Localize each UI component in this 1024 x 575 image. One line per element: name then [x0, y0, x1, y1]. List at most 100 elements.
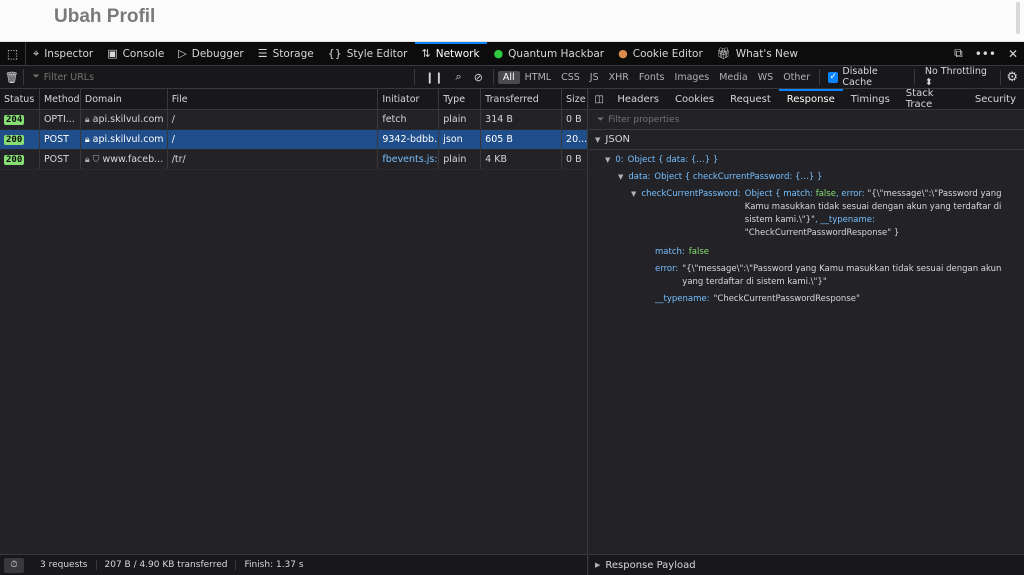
tab-security[interactable]: Security — [967, 89, 1024, 110]
network-toolbar: 🗑︎ ⏷ Filter URLs ❙❙ ⌕ ⊘ All HTML CSS JS … — [0, 66, 1024, 89]
cookie-icon: ● — [618, 47, 628, 60]
col-status[interactable]: Status — [0, 89, 40, 109]
checkbox-checked-icon: ✓ — [828, 71, 839, 83]
inspector-icon: ⌖ — [33, 46, 40, 60]
tracker-blocked-icon: ⛉ — [92, 154, 100, 165]
filter-html[interactable]: HTML — [520, 71, 556, 84]
tab-headers[interactable]: Headers — [609, 89, 667, 110]
initiator-cell: fetch — [378, 110, 440, 129]
devtools-toolbar: ⬚ ⌖ Inspector ▣ Console ▷ Debugger ☰ Storage… — [0, 41, 1024, 66]
tab-quantum-hackbar[interactable]: ● Quantum Hackbar — [487, 42, 612, 66]
table-row[interactable]: 200 POST 🔒︎ api.skilvul.com / 9342-bdbb..… — [0, 130, 587, 150]
filter-ws[interactable]: WS — [753, 71, 778, 84]
filter-xhr[interactable]: XHR — [604, 71, 634, 84]
size-cell: 0 B — [566, 114, 582, 125]
toggle-sidebar-button[interactable]: ◫ — [589, 89, 609, 110]
filter-media[interactable]: Media — [714, 71, 753, 84]
request-details-panel: ◫ Headers Cookies Request Response Timin… — [589, 88, 1024, 554]
filter-urls-input[interactable]: ⏷ Filter URLs — [24, 72, 410, 83]
web-page: Ubah Profil — [0, 0, 1024, 42]
table-row[interactable]: 200 POST 🔒︎ ⛉ www.faceb... /tr/ fbevents.j… — [0, 150, 587, 170]
filter-images[interactable]: Images — [670, 71, 715, 84]
filter-css[interactable]: CSS — [556, 71, 585, 84]
search-button[interactable]: ⌕ — [450, 70, 468, 84]
file-cell: /tr/ — [168, 150, 379, 169]
filter-properties-input[interactable]: ⏷ Filter properties — [589, 110, 1024, 130]
type-cell: plain — [439, 110, 482, 129]
lock-icon: 🔒︎ — [84, 114, 90, 125]
expand-arrow-icon: ▼ — [595, 135, 601, 144]
expand-arrow-icon: ▼ — [618, 173, 624, 181]
tab-style-editor[interactable]: {} Style Editor — [321, 42, 415, 66]
transferred-cell: 4 KB — [481, 150, 563, 169]
filter-fonts[interactable]: Fonts — [634, 71, 670, 84]
requests-table: Status Method Domain File Initiator Type… — [0, 89, 588, 554]
tab-console[interactable]: ▣ Console — [100, 42, 171, 66]
filter-all[interactable]: All — [497, 70, 520, 84]
lock-icon: 🔒︎ — [84, 154, 90, 165]
dock-icon[interactable]: ⧉ — [954, 46, 963, 61]
element-picker-icon: ⬚ — [6, 46, 19, 61]
sidebar-toggle-icon: ◫ — [594, 93, 604, 105]
block-button[interactable]: ⊘ — [468, 71, 489, 84]
disable-cache-checkbox[interactable]: ✓ Disable Cache — [824, 66, 910, 88]
tree-node-data[interactable]: ▼ data: Object { checkCurrentPassword: {… — [589, 169, 1024, 186]
response-payload-section[interactable]: ▶ Response Payload — [589, 554, 1024, 575]
table-header: Status Method Domain File Initiator Type… — [0, 89, 587, 110]
tab-whats-new[interactable]: 🎁︎ What's New — [710, 42, 805, 66]
col-size[interactable]: Size — [562, 89, 587, 109]
tab-response[interactable]: Response — [778, 88, 843, 110]
tab-request[interactable]: Request — [722, 89, 779, 110]
tab-network[interactable]: ⇅ Network — [414, 41, 487, 66]
tree-leaf-typename[interactable]: __typename: "CheckCurrentPasswordRespons… — [589, 291, 1024, 308]
tree-leaf-match[interactable]: match: false — [589, 244, 1024, 261]
performance-analysis-button[interactable]: ⏱ — [4, 557, 24, 573]
tab-cookie-editor[interactable]: ● Cookie Editor — [611, 42, 710, 66]
network-status-bar: ⏱ 3 requests 207 B / 4.90 KB transferred… — [0, 554, 588, 575]
tab-debugger[interactable]: ▷ Debugger — [171, 42, 250, 66]
request-count: 3 requests — [32, 560, 97, 570]
col-transferred[interactable]: Transferred — [481, 89, 563, 109]
tree-leaf-error[interactable]: error: "{\"message\":\"Password yang Kam… — [589, 261, 1024, 291]
json-section-header[interactable]: ▼ JSON — [589, 130, 1024, 150]
clear-button[interactable]: 🗑︎ — [0, 69, 25, 85]
tab-storage[interactable]: ☰ Storage — [251, 42, 321, 66]
table-row[interactable]: 204 OPTI... 🔒︎ api.skilvul.com / fetch pl… — [0, 110, 587, 130]
tree-node-check-current-password[interactable]: ▼ checkCurrentPassword: Object { match: … — [589, 186, 1024, 242]
throttling-select[interactable]: No Throttling ⬍ — [919, 66, 1000, 88]
tab-cookies[interactable]: Cookies — [667, 89, 722, 110]
page-scrollbar[interactable] — [1016, 2, 1020, 34]
col-file[interactable]: File — [168, 89, 379, 109]
element-picker-button[interactable]: ⬚ — [0, 41, 26, 66]
page-title: Ubah Profil — [54, 6, 156, 27]
tab-inspector[interactable]: ⌖ Inspector — [26, 42, 100, 66]
more-options-icon[interactable]: ••• — [975, 47, 996, 61]
close-icon[interactable]: ✕ — [1008, 47, 1018, 61]
json-tree: ▼ 0: Object { data: {…} } ▼ data: Object… — [589, 152, 1024, 308]
debugger-icon: ▷ — [178, 47, 187, 60]
col-method[interactable]: Method — [40, 89, 81, 109]
col-type[interactable]: Type — [439, 89, 482, 109]
method-cell: POST — [40, 150, 81, 169]
updown-icon: ⬍ — [924, 77, 933, 88]
filter-other[interactable]: Other — [778, 71, 815, 84]
filter-icon: ⏷ — [32, 72, 40, 82]
settings-button[interactable]: ⚙ — [999, 69, 1024, 85]
file-cell: / — [168, 110, 379, 129]
domain-cell: api.skilvul.com — [92, 134, 164, 145]
tab-stack-trace[interactable]: Stack Trace — [898, 88, 967, 110]
gear-icon: ⚙ — [1006, 69, 1019, 85]
filter-js[interactable]: JS — [585, 71, 604, 84]
transferred-cell: 605 B — [481, 130, 563, 149]
col-initiator[interactable]: Initiator — [378, 89, 440, 109]
expand-arrow-icon: ▼ — [605, 156, 611, 164]
expand-arrow-icon: ▼ — [631, 190, 637, 198]
pause-button[interactable]: ❙❙ — [419, 71, 449, 84]
filter-icon: ⏷ — [597, 114, 605, 125]
tab-timings[interactable]: Timings — [843, 89, 898, 110]
tree-node-root[interactable]: ▼ 0: Object { data: {…} } — [589, 152, 1024, 169]
initiator-link[interactable]: fbevents.js:... — [378, 150, 440, 169]
col-domain[interactable]: Domain — [81, 89, 168, 109]
domain-cell: api.skilvul.com — [92, 114, 164, 125]
hackbar-icon: ● — [493, 47, 504, 60]
